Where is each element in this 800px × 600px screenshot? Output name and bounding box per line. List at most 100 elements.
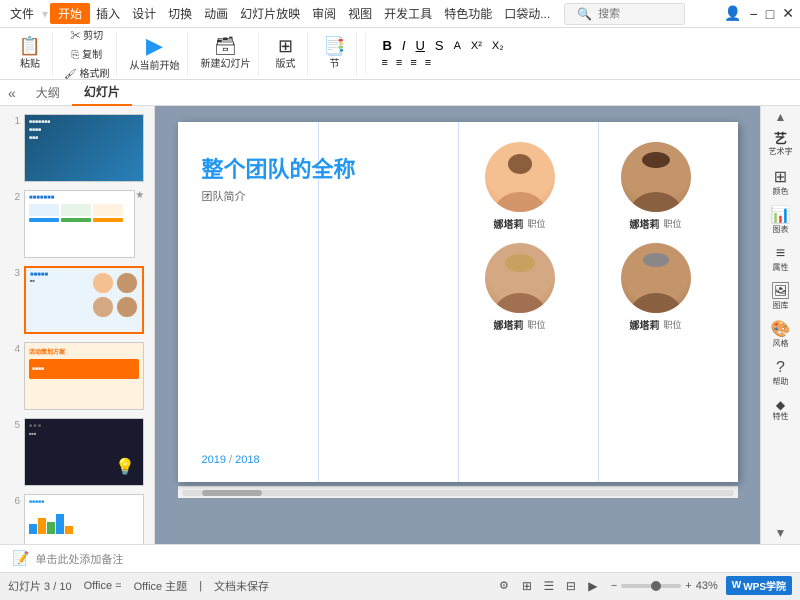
gallery-btn[interactable]: 🖼 图库 <box>763 278 799 314</box>
user-icon[interactable]: 👤 <box>722 3 743 24</box>
normal-view-btn[interactable]: ⊞ <box>517 576 537 596</box>
notes-placeholder: 单击此处添加备注 <box>35 551 123 567</box>
cut-button[interactable]: ✂ 剪切 <box>67 26 106 43</box>
menu-pocket[interactable]: 口袋动... <box>498 3 556 24</box>
view-tabs: « 大纲 幻灯片 <box>0 80 800 106</box>
notes-bar[interactable]: 📝 单击此处添加备注 <box>0 544 800 572</box>
align-left-button[interactable]: ≡ <box>378 56 390 70</box>
menu-design[interactable]: 设计 <box>126 3 162 24</box>
menu-bar: 文件 ▾ 开始 插入 设计 切换 动画 幻灯片放映 审阅 视图 开发工具 特色功… <box>0 0 800 28</box>
slide-panel[interactable]: 1 ■■■■■■■ ■■■■ ■■■ 2 ■■■■■■■ <box>0 106 155 544</box>
member-info-3: 娜塔莉 职位 <box>458 317 582 332</box>
underline-button[interactable]: U <box>412 37 429 54</box>
slide-star-2: ★ <box>135 190 150 201</box>
theme-info: Office = <box>84 580 122 592</box>
align-right-button[interactable]: ≡ <box>407 56 419 70</box>
nav-left-arrow[interactable]: « <box>8 85 16 101</box>
art-text-label: 艺术字 <box>769 147 793 157</box>
color-icon: ⊞ <box>774 168 787 187</box>
member-role-3: 职位 <box>527 318 545 331</box>
scroll-up-btn[interactable]: ▲ <box>775 110 787 124</box>
menu-review[interactable]: 审阅 <box>306 3 342 24</box>
section-button[interactable]: 📑 节 <box>316 35 352 72</box>
zoom-in-btn[interactable]: + <box>685 580 691 592</box>
slide-num-5: 5 <box>4 418 20 431</box>
chart-btn[interactable]: 📊 图表 <box>763 202 799 238</box>
h-scrollbar-thumb[interactable] <box>202 490 262 496</box>
slide-item-4[interactable]: 4 活动策划方案 ■■■■ <box>4 342 150 410</box>
slide-item-5[interactable]: 5 ■ ■ ■ ■■■ 💡 <box>4 418 150 486</box>
slide-thumb-6[interactable]: ■■■■■ <box>24 494 144 544</box>
align-justify-button[interactable]: ≡ <box>422 56 434 70</box>
slide-item-6[interactable]: 6 ■■■■■ <box>4 494 150 544</box>
subscript-button[interactable]: X₂ <box>488 39 508 53</box>
grid-view-btn[interactable]: ⊟ <box>561 576 581 596</box>
paste-group: 📋 粘贴 <box>8 32 53 76</box>
bold-button[interactable]: B <box>378 37 395 54</box>
team-subtitle: 团队简介 <box>202 188 356 204</box>
menu-slideshow[interactable]: 幻灯片放映 <box>234 3 306 24</box>
tab-slides[interactable]: 幻灯片 <box>72 79 132 106</box>
scroll-down-btn[interactable]: ▼ <box>775 526 787 540</box>
search-input[interactable] <box>598 8 678 20</box>
menu-features[interactable]: 特色功能 <box>438 3 498 24</box>
doc-status: 文档未保存 <box>214 578 269 594</box>
settings-icon[interactable]: ⚙ <box>499 579 509 592</box>
outline-view-btn[interactable]: ☰ <box>539 576 559 596</box>
search-box[interactable]: 🔍 <box>564 3 685 25</box>
slide-thumb-2[interactable]: ■■■■■■■ <box>24 190 135 258</box>
close-icon[interactable]: ✕ <box>780 3 796 24</box>
color-btn[interactable]: ⊞ 颜色 <box>763 164 799 200</box>
menu-file[interactable]: 文件 <box>4 3 40 24</box>
art-text-btn[interactable]: 艺 艺术字 <box>763 126 799 162</box>
slide-item-3[interactable]: 3 ■■■■■ ■■ <box>4 266 150 334</box>
slide-num-3: 3 <box>4 266 20 279</box>
wps-logo[interactable]: W WPS学院 <box>726 576 792 595</box>
superscript-button[interactable]: X² <box>467 39 486 53</box>
menu-view[interactable]: 视图 <box>342 3 378 24</box>
slide-item-2[interactable]: 2 ■■■■■■■ ★ <box>4 190 150 258</box>
minimize-icon[interactable]: − <box>748 4 760 24</box>
start-show-button[interactable]: ▶ 从当前开始 <box>125 33 183 74</box>
menu-insert[interactable]: 插入 <box>90 3 126 24</box>
section-icon: 📑 <box>323 37 345 55</box>
align-center-button[interactable]: ≡ <box>393 56 405 70</box>
menu-animation[interactable]: 动画 <box>198 3 234 24</box>
layout-button[interactable]: ⊞ 版式 <box>267 35 303 72</box>
style-icon: 🎨 <box>771 320 791 339</box>
clipboard-group: ✂ 剪切 ⎘ 复制 🖌 格式刷 <box>57 32 117 76</box>
section-group: 📑 节 <box>312 32 357 76</box>
slide-thumb-5[interactable]: ■ ■ ■ ■■■ 💡 <box>24 418 144 486</box>
paste-button[interactable]: 📋 粘贴 <box>12 35 48 72</box>
slide-thumb-3[interactable]: ■■■■■ ■■ <box>24 266 144 334</box>
maximize-icon[interactable]: □ <box>764 4 776 24</box>
new-slide-button[interactable]: 🗃 新建幻灯片 <box>196 35 254 72</box>
zoom-out-btn[interactable]: − <box>611 580 617 592</box>
member-avatar-2 <box>621 142 691 212</box>
team-title: 整个团队的全称 <box>202 152 356 184</box>
layout-icon: ⊞ <box>278 37 293 55</box>
reading-view-btn[interactable]: ▶ <box>583 576 603 596</box>
italic-button[interactable]: I <box>398 37 410 54</box>
member-name-3: 娜塔莉 <box>493 317 523 332</box>
slide-item-1[interactable]: 1 ■■■■■■■ ■■■■ ■■■ <box>4 114 150 182</box>
help-btn[interactable]: ? 帮助 <box>763 354 799 390</box>
attr-label: 属性 <box>773 263 789 273</box>
slide-canvas[interactable]: 整个团队的全称 团队简介 <box>178 122 738 482</box>
menu-start[interactable]: 开始 <box>50 3 90 24</box>
copy-button[interactable]: ⎘ 复制 <box>68 45 105 62</box>
slide-thumb-1[interactable]: ■■■■■■■ ■■■■ ■■■ <box>24 114 144 182</box>
tab-outline[interactable]: 大纲 <box>24 80 72 105</box>
h-scrollbar[interactable] <box>178 486 738 498</box>
feature-btn[interactable]: ◆ 特性 <box>763 392 799 428</box>
member-info-4: 娜塔莉 职位 <box>594 317 718 332</box>
style-btn[interactable]: 🎨 风格 <box>763 316 799 352</box>
zoom-slider[interactable] <box>621 584 681 588</box>
attr-btn[interactable]: ≡ 属性 <box>763 240 799 276</box>
slide-thumb-4[interactable]: 活动策划方案 ■■■■ <box>24 342 144 410</box>
menu-dev[interactable]: 开发工具 <box>378 3 438 24</box>
menu-switch[interactable]: 切换 <box>162 3 198 24</box>
strikethrough-button[interactable]: S <box>431 37 448 54</box>
menu-icons: 👤 − □ ✕ <box>722 3 796 24</box>
font-color-button[interactable]: A <box>450 39 465 53</box>
